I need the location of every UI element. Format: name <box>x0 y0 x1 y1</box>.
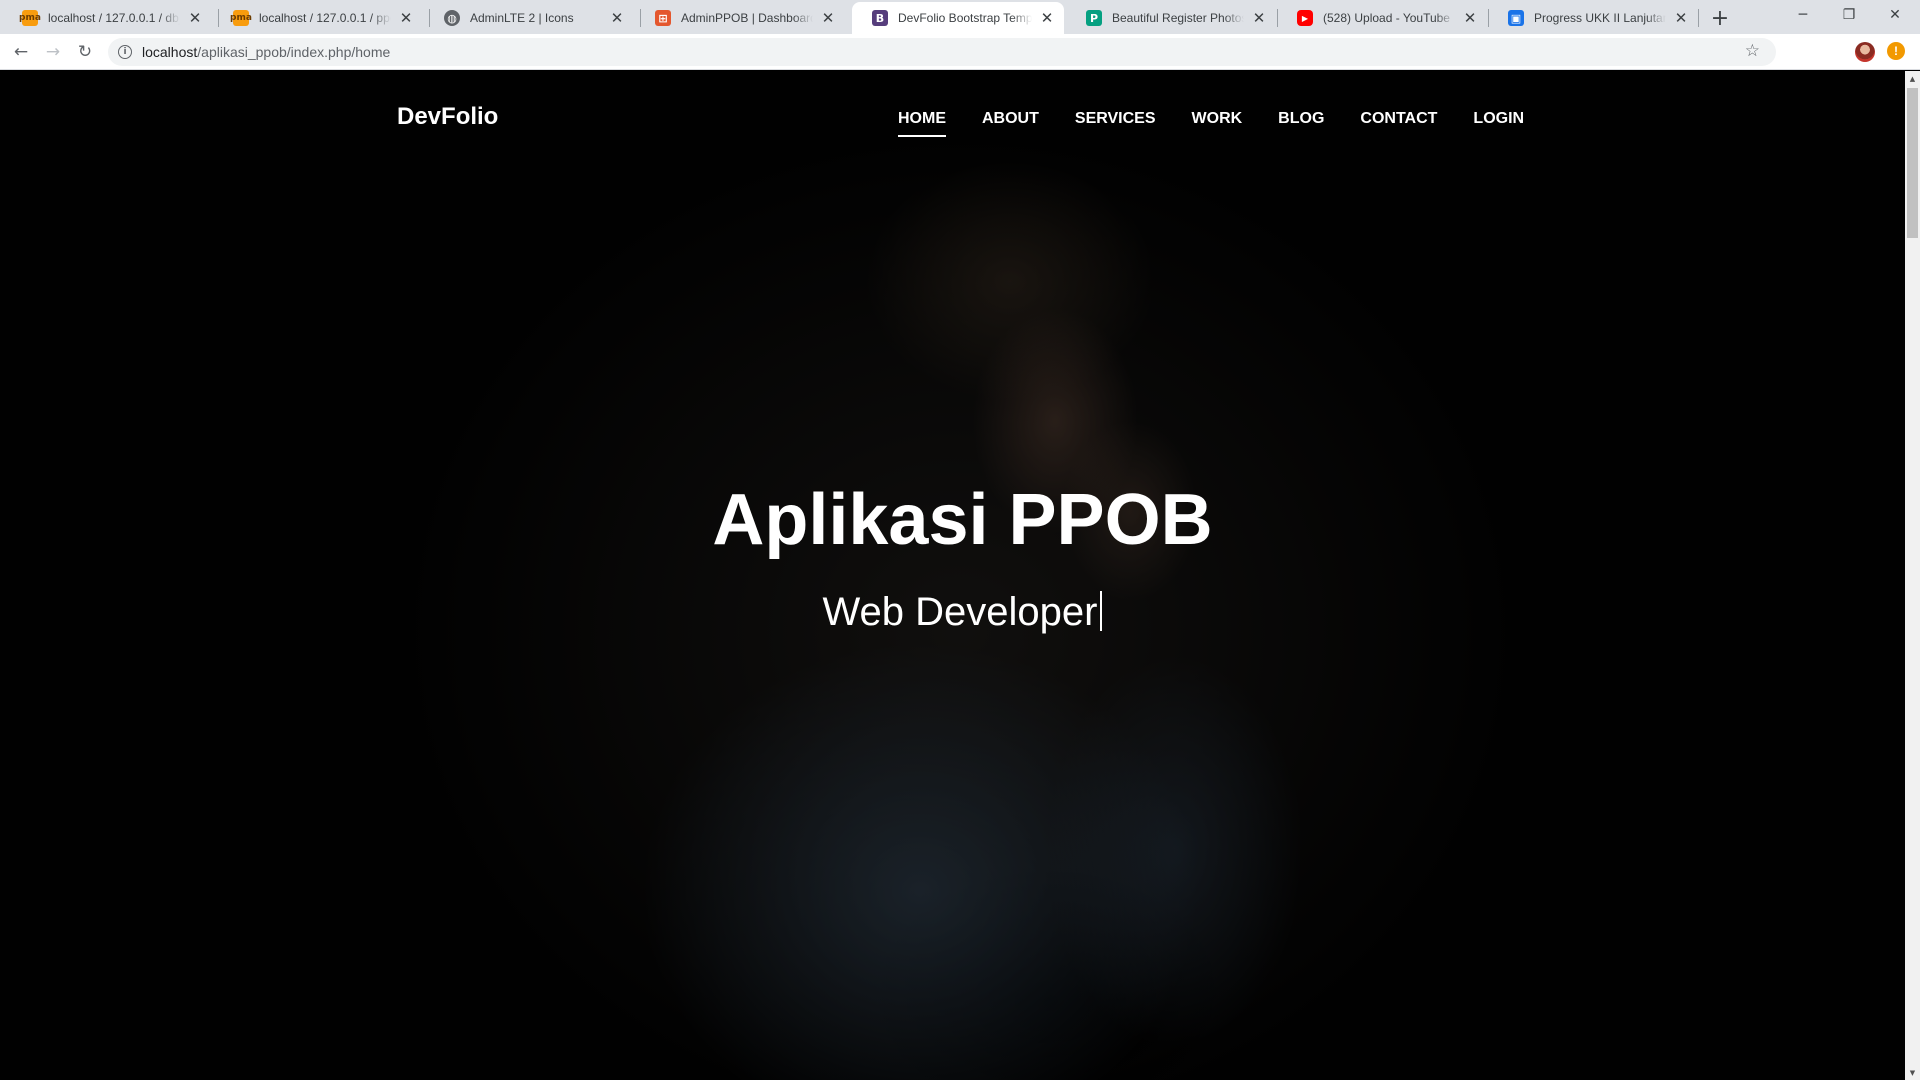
globe-icon: ◍ <box>444 10 460 26</box>
browser-tab[interactable]: ◍ AdminLTE 2 | Icons ✕ <box>424 2 634 34</box>
phpmyadmin-icon: pma <box>230 10 252 26</box>
url-path: /aplikasi_ppob/index.php/home <box>197 44 391 60</box>
close-icon[interactable]: ✕ <box>1461 9 1479 27</box>
tab-title: localhost / 127.0.0.1 / ppob <box>259 11 391 25</box>
hero-subtitle-wrapper: Web Developer <box>10 590 1905 635</box>
nav-link-services[interactable]: SERVICES <box>1075 110 1156 137</box>
browser-tab[interactable]: ⊞ AdminPPOB | Dashboard ✕ <box>635 2 845 34</box>
docs-icon: ▣ <box>1508 10 1524 26</box>
profile-avatar[interactable] <box>1855 42 1875 62</box>
hero-title: Aplikasi PPOB <box>712 480 1213 560</box>
scroll-down-arrow-icon[interactable]: ▼ <box>1905 1065 1920 1080</box>
minimize-icon[interactable]: ─ <box>1780 0 1826 30</box>
page-viewport: DevFolio HOME ABOUT SERVICES WORK BLOG C… <box>0 71 1905 1080</box>
address-bar[interactable]: i localhost/aplikasi_ppob/index.php/home… <box>108 38 1776 66</box>
url-text[interactable]: localhost/aplikasi_ppob/index.php/home <box>142 44 390 60</box>
bootstrap-icon: B <box>872 10 888 26</box>
nav-link-home[interactable]: HOME <box>898 110 946 137</box>
nav-link-about[interactable]: ABOUT <box>982 110 1039 137</box>
restore-icon[interactable]: ❐ <box>1826 0 1872 30</box>
typing-cursor <box>1100 591 1103 632</box>
browser-toolbar: ← → ↻ i localhost/aplikasi_ppob/index.ph… <box>0 34 1920 70</box>
back-icon[interactable]: ← <box>8 39 34 65</box>
nav-link-blog[interactable]: BLOG <box>1278 110 1324 137</box>
hero-content: Aplikasi PPOB Web Developer <box>0 480 1905 635</box>
forward-icon[interactable]: → <box>40 39 66 65</box>
close-icon[interactable]: ✕ <box>608 9 626 27</box>
youtube-icon: ▶ <box>1297 10 1313 26</box>
reload-icon[interactable]: ↻ <box>72 39 98 65</box>
nav-link-contact[interactable]: CONTACT <box>1360 110 1437 137</box>
tab-title: AdminPPOB | Dashboard <box>681 11 813 25</box>
nav-link-work[interactable]: WORK <box>1192 110 1243 137</box>
tab-title: Progress UKK II Lanjutan <box>1534 11 1666 25</box>
url-host: localhost <box>142 44 198 60</box>
update-alert-icon[interactable]: ! <box>1887 42 1905 60</box>
nav-menu: HOME ABOUT SERVICES WORK BLOG CONTACT LO… <box>898 110 1560 137</box>
phpmyadmin-icon: pma <box>19 10 41 26</box>
tab-title: Beautiful Register Photos - Pexels <box>1112 11 1244 25</box>
site-brand-logo[interactable]: DevFolio <box>397 103 498 131</box>
tab-title: (528) Upload - YouTube <box>1323 11 1450 25</box>
nav-link-login[interactable]: LOGIN <box>1473 110 1524 137</box>
tab-title: localhost / 127.0.0.1 / db_ppob <box>48 11 180 25</box>
tab-title: DevFolio Bootstrap Template <box>898 11 1032 25</box>
browser-tab-strip: pma localhost / 127.0.0.1 / db_ppob ✕ pm… <box>0 0 1920 34</box>
tab-title: AdminLTE 2 | Icons <box>470 11 574 25</box>
tab-separator <box>1698 9 1699 27</box>
site-navbar: DevFolio HOME ABOUT SERVICES WORK BLOG C… <box>0 71 1905 161</box>
browser-tab[interactable]: P Beautiful Register Photos - Pexels ✕ <box>1066 2 1276 34</box>
close-icon[interactable]: ✕ <box>819 9 837 27</box>
close-icon[interactable]: ✕ <box>1672 9 1690 27</box>
close-icon[interactable]: ✕ <box>397 9 415 27</box>
close-icon[interactable]: ✕ <box>1038 9 1056 27</box>
pexels-icon: P <box>1086 10 1102 26</box>
new-tab-button[interactable]: + <box>1708 6 1732 31</box>
page-scrollbar[interactable]: ▲ ▼ <box>1905 71 1920 1080</box>
bookmark-star-icon[interactable]: ☆ <box>1745 41 1760 61</box>
close-icon[interactable]: ✕ <box>1250 9 1268 27</box>
close-icon[interactable]: ✕ <box>186 9 204 27</box>
close-window-icon[interactable]: ✕ <box>1872 0 1918 30</box>
site-info-icon[interactable]: i <box>118 45 132 59</box>
adminppob-icon: ⊞ <box>655 10 671 26</box>
browser-tab[interactable]: ▶ (528) Upload - YouTube ✕ <box>1277 2 1487 34</box>
hero-subtitle: Web Developer <box>822 590 1098 635</box>
browser-tab[interactable]: pma localhost / 127.0.0.1 / ppob ✕ <box>213 2 423 34</box>
browser-tab[interactable]: pma localhost / 127.0.0.1 / db_ppob ✕ <box>2 2 212 34</box>
browser-tab[interactable]: ▣ Progress UKK II Lanjutan ✕ <box>1488 2 1698 34</box>
scrollbar-thumb[interactable] <box>1907 88 1918 238</box>
scroll-up-arrow-icon[interactable]: ▲ <box>1905 71 1920 86</box>
browser-tab-active[interactable]: B DevFolio Bootstrap Template ✕ <box>852 2 1064 34</box>
